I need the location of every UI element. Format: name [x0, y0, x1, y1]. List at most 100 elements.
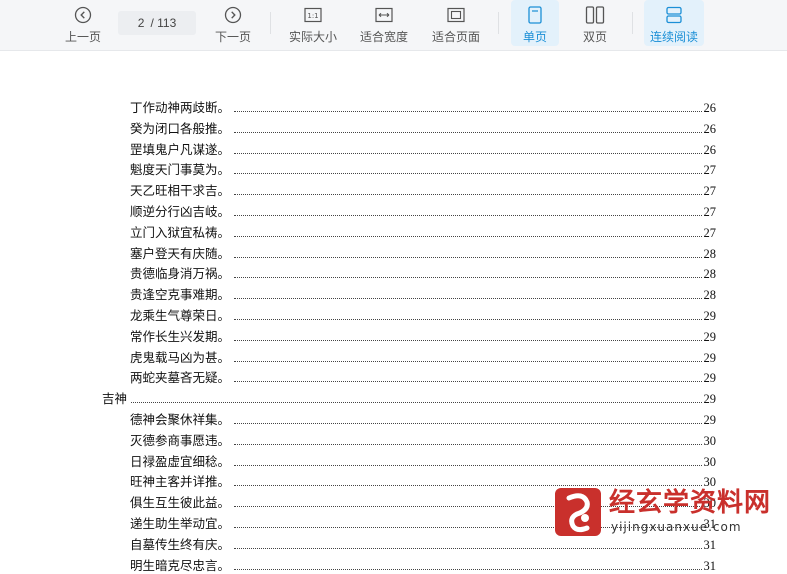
fit-width-button[interactable]: 适合宽度 — [356, 0, 412, 46]
toc-entry[interactable]: 吉神 29 — [102, 387, 716, 407]
toc-entry-title: 递生助生举动宜。 — [130, 516, 231, 531]
next-page-button[interactable]: 下一页 — [210, 0, 256, 46]
toc-entry-page: 28 — [703, 288, 717, 303]
toc-dot-leader — [234, 485, 702, 487]
watermark: 经玄学资料网 yijingxuanxue.com — [553, 488, 770, 540]
toc-dot-leader — [234, 339, 702, 341]
toc-entry-title: 顺逆分行凶吉岐。 — [130, 204, 231, 219]
toc-entry[interactable]: 顺逆分行凶吉岐。 27 — [130, 200, 716, 220]
toc-dot-leader — [234, 443, 702, 445]
toc-entry[interactable]: 天乙旺相干求吉。 27 — [130, 179, 716, 199]
double-page-button[interactable]: 双页 — [572, 0, 618, 46]
total-pages: / 113 — [150, 16, 177, 30]
toc-entry[interactable]: 魁度天门事莫为。 27 — [130, 158, 716, 178]
toc-dot-leader — [234, 215, 702, 216]
next-page-label: 下一页 — [214, 30, 251, 44]
toc-entry[interactable]: 常作长生兴发期。 29 — [130, 325, 716, 345]
toc-entry[interactable]: 塞户登天有庆随。 28 — [130, 242, 716, 262]
toc-entry-page: 27 — [703, 163, 717, 178]
actual-size-icon: 1:1 — [304, 4, 322, 26]
single-page-button[interactable]: 单页 — [511, 0, 559, 46]
toc-dot-leader — [234, 152, 702, 154]
toc-dot-leader — [234, 464, 702, 466]
double-page-icon — [585, 4, 605, 26]
toc-entry-page: 29 — [703, 371, 717, 386]
toc-entry-title: 贵德临身消万祸。 — [130, 266, 231, 282]
watermark-brand: 经玄学资料网 — [609, 488, 772, 518]
fit-page-label: 适合页面 — [431, 30, 480, 44]
toc-entry-title: 德神会聚休祥集。 — [130, 412, 231, 427]
toc-entry-title: 常作长生兴发期。 — [130, 328, 231, 344]
toc-entry[interactable]: 明生暗克尽忠言。 31 — [130, 554, 716, 574]
toc-dot-leader — [234, 298, 702, 300]
double-page-label: 双页 — [582, 30, 607, 44]
toc-dot-leader — [234, 194, 702, 196]
toc-entry-title: 癸为闭口各般推。 — [130, 120, 231, 136]
toc-entry-page: 30 — [703, 454, 717, 469]
toc-entry-page: 29 — [703, 329, 717, 344]
toc-entry[interactable]: 贵逢空克事难期。 28 — [130, 283, 716, 303]
viewer-toolbar: 上一页 2 / 113 下一页 1:1 实际大小 适合宽度 适合页面 单页 双页… — [0, 0, 787, 51]
toc-entry[interactable]: 龙乘生气尊荣日。 29 — [130, 304, 716, 324]
svg-text:1:1: 1:1 — [307, 12, 318, 20]
toc-entry-page: 29 — [703, 392, 717, 407]
toc-entry[interactable]: 罡填鬼户凡谋遂。 26 — [130, 138, 716, 158]
toc-entry-page: 26 — [703, 121, 717, 136]
toc-dot-leader — [234, 277, 702, 279]
toc-entry-title: 日禄盈虚宜细稔。 — [130, 453, 231, 469]
toc-entry-page: 27 — [703, 225, 717, 240]
page-number-input[interactable]: 2 / 113 — [118, 11, 196, 35]
toc-entry-page: 26 — [703, 101, 717, 115]
toc-entry-title: 天乙旺相干求吉。 — [130, 183, 231, 199]
toc-entry[interactable]: 贵德临身消万祸。 28 — [130, 262, 716, 282]
toc-entry-title: 立门入狱宜私祷。 — [130, 224, 231, 240]
toc-entry-title: 吉神 — [102, 391, 128, 407]
toc-dot-leader — [234, 381, 702, 383]
toc-entry[interactable]: 虎鬼载马凶为甚。 29 — [130, 346, 716, 366]
single-page-label: 单页 — [522, 30, 547, 44]
toc-entry[interactable]: 立门入狱宜私祷。 27 — [130, 221, 716, 241]
toc-dot-leader — [234, 568, 702, 570]
toc-entry[interactable]: 灭德参商事愿违。 30 — [130, 429, 716, 449]
prev-page-button[interactable]: 上一页 — [60, 0, 106, 46]
toc-entry[interactable]: 两蛇夹墓吝无疑。 29 — [130, 366, 716, 386]
toc-entry-page: 26 — [703, 142, 717, 157]
toc-entry-page: 27 — [703, 184, 717, 199]
actual-size-button[interactable]: 1:1 实际大小 — [284, 0, 342, 46]
toc-entry[interactable]: 日禄盈虚宜细稔。 30 — [130, 450, 716, 470]
toc-dot-leader — [234, 423, 702, 424]
toc-dot-leader — [234, 111, 702, 112]
fit-width-label: 适合宽度 — [359, 30, 408, 44]
toc-entry-title: 龙乘生气尊荣日。 — [130, 308, 231, 323]
toc-dot-leader — [234, 360, 702, 362]
toc-entry-title: 自墓传生终有庆。 — [130, 536, 231, 552]
toc-entry-title: 塞户登天有庆随。 — [130, 245, 231, 261]
toc-dot-leader — [234, 256, 702, 258]
toc-entry[interactable]: 丁作动神两歧断。 26 — [130, 96, 716, 116]
prev-page-label: 上一页 — [64, 30, 101, 44]
toc-entry-title: 灭德参商事愿违。 — [130, 432, 231, 448]
toc-entry-title: 罡填鬼户凡谋遂。 — [130, 141, 231, 157]
single-page-icon — [527, 4, 543, 26]
toc-entry-page: 29 — [703, 309, 717, 323]
toc-entry-page: 29 — [703, 350, 717, 365]
fit-page-button[interactable]: 适合页面 — [428, 0, 484, 46]
watermark-url: yijingxuanxue.com — [611, 520, 742, 534]
continuous-reading-button[interactable]: 连续阅读 — [644, 0, 704, 46]
toc-entry-page: 31 — [703, 537, 717, 552]
toc-entry-page: 30 — [703, 433, 717, 448]
continuous-reading-icon — [665, 4, 683, 26]
toc-dot-leader — [234, 547, 702, 549]
toolbar-divider — [498, 12, 499, 34]
toc-entry-title: 丁作动神两歧断。 — [130, 100, 231, 115]
continuous-reading-label: 连续阅读 — [649, 30, 698, 44]
toc-entry[interactable]: 德神会聚休祥集。 29 — [130, 408, 716, 428]
toc-entry[interactable]: 癸为闭口各般推。 26 — [130, 117, 716, 137]
toc-dot-leader — [234, 173, 702, 175]
fit-page-icon — [447, 4, 465, 26]
toc-entry-title: 两蛇夹墓吝无疑。 — [130, 370, 231, 386]
toc-entry-page: 29 — [703, 413, 717, 427]
toc-entry-title: 明生暗克尽忠言。 — [130, 557, 231, 573]
toolbar-divider — [270, 12, 271, 34]
toc-entry-title: 魁度天门事莫为。 — [130, 162, 231, 178]
